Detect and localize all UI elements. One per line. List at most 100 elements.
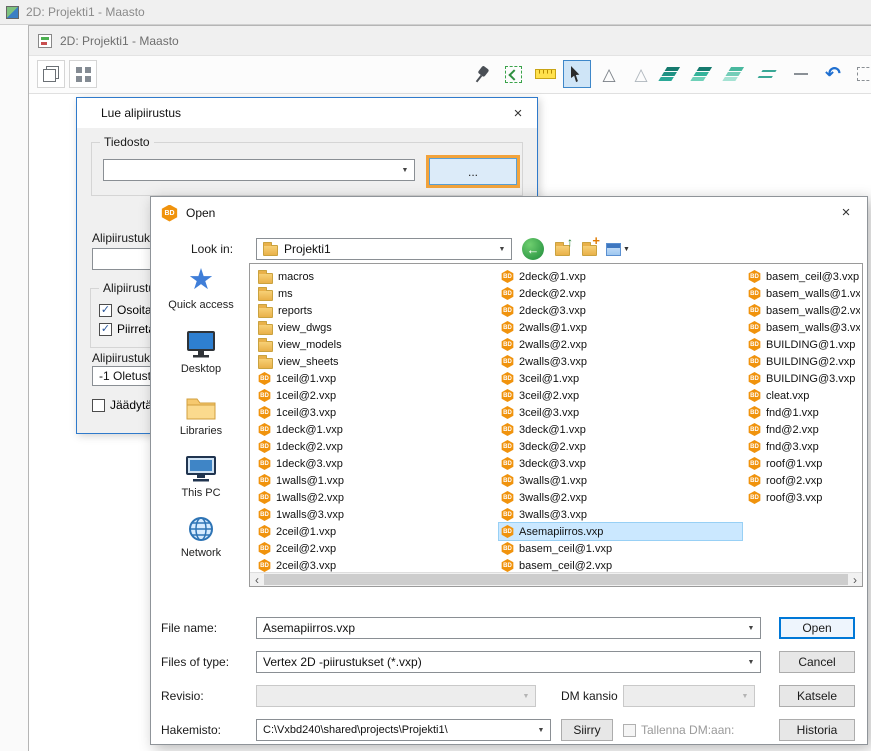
file-item[interactable]: BD3deck@1.vxp: [499, 421, 742, 438]
file-item[interactable]: BDbasem_walls@3.vxp: [746, 319, 860, 336]
file-name-combobox[interactable]: Asemapiirros.vxp ▼: [256, 617, 761, 639]
file-item[interactable]: BD1walls@1.vxp: [256, 472, 496, 489]
file-item[interactable]: BD2deck@3.vxp: [499, 302, 742, 319]
file-item[interactable]: BDbasem_walls@1.vxp: [746, 285, 860, 302]
chevron-down-icon[interactable]: ▼: [397, 161, 413, 179]
hakemisto-combobox[interactable]: C:\Vxbd240\shared\projects\Projekti1\ ▼: [256, 719, 551, 741]
look-in-combobox[interactable]: Projekti1 ▼: [256, 238, 512, 260]
tiedosto-combobox[interactable]: ▼: [103, 159, 415, 181]
file-item[interactable]: BD3ceil@3.vxp: [499, 404, 742, 421]
file-item[interactable]: BDroof@1.vxp: [746, 455, 860, 472]
file-item[interactable]: BDbasem_ceil@1.vxp: [499, 540, 742, 557]
file-item[interactable]: BDroof@3.vxp: [746, 489, 860, 506]
file-item[interactable]: BD1deck@3.vxp: [256, 455, 496, 472]
folder-item[interactable]: view_sheets: [256, 353, 496, 370]
file-item[interactable]: BD3walls@2.vxp: [499, 489, 742, 506]
sidebar-item-network[interactable]: Network: [159, 513, 243, 559]
osoita-checkbox[interactable]: ✓: [99, 304, 112, 317]
file-item[interactable]: BD2walls@2.vxp: [499, 336, 742, 353]
file-item[interactable]: BDroof@2.vxp: [746, 472, 860, 489]
file-item[interactable]: BDcleat.vxp: [746, 387, 860, 404]
close-icon[interactable]: ×: [509, 105, 527, 122]
file-item[interactable]: BDAsemapiirros.vxp: [499, 523, 742, 540]
file-item[interactable]: BD3ceil@1.vxp: [499, 370, 742, 387]
file-item[interactable]: BDBUILDING@1.vxp: [746, 336, 860, 353]
jaadyta-checkbox[interactable]: [92, 399, 105, 412]
close-icon[interactable]: ×: [837, 204, 855, 221]
file-item[interactable]: BD2ceil@2.vxp: [256, 540, 496, 557]
file-item[interactable]: BD1ceil@1.vxp: [256, 370, 496, 387]
polygon-hatch-button[interactable]: △: [627, 60, 655, 88]
file-list-column: BD2deck@1.vxpBD2deck@2.vxpBD2deck@3.vxpB…: [499, 268, 742, 574]
file-item[interactable]: BD1walls@2.vxp: [256, 489, 496, 506]
scroll-left-icon[interactable]: ‹: [250, 573, 264, 586]
file-item[interactable]: BD1deck@2.vxp: [256, 438, 496, 455]
layers-b-button[interactable]: [691, 60, 719, 88]
window-grid-button[interactable]: [69, 60, 97, 88]
horizontal-scrollbar[interactable]: ‹ ›: [250, 572, 862, 586]
cancel-button[interactable]: Cancel: [779, 651, 855, 673]
file-item[interactable]: BD2ceil@1.vxp: [256, 523, 496, 540]
file-item[interactable]: BD2deck@1.vxp: [499, 268, 742, 285]
file-item[interactable]: BD2deck@2.vxp: [499, 285, 742, 302]
file-item[interactable]: BD3deck@3.vxp: [499, 455, 742, 472]
file-item[interactable]: BD1ceil@3.vxp: [256, 404, 496, 421]
view-menu-button[interactable]: ▼: [603, 238, 633, 260]
browse-button[interactable]: ...: [429, 158, 517, 185]
layers-c-button[interactable]: [723, 60, 751, 88]
file-item[interactable]: BD3walls@1.vxp: [499, 472, 742, 489]
cascade-windows-button[interactable]: [37, 60, 65, 88]
file-item[interactable]: BDfnd@3.vxp: [746, 438, 860, 455]
scrollbar-thumb[interactable]: [264, 574, 848, 585]
folder-item[interactable]: ms: [256, 285, 496, 302]
up-one-level-button[interactable]: ↑: [551, 238, 573, 260]
file-item[interactable]: BD1ceil@2.vxp: [256, 387, 496, 404]
historia-button[interactable]: Historia: [779, 719, 855, 741]
select-cursor-button[interactable]: [563, 60, 591, 88]
file-item[interactable]: BDbasem_ceil@3.vxp: [746, 268, 860, 285]
folder-item[interactable]: view_models: [256, 336, 496, 353]
files-of-type-combobox[interactable]: Vertex 2D -piirustukset (*.vxp) ▼: [256, 651, 761, 673]
new-folder-button[interactable]: +: [578, 238, 600, 260]
file-item[interactable]: BD3walls@3.vxp: [499, 506, 742, 523]
file-item[interactable]: BDBUILDING@2.vxp: [746, 353, 860, 370]
zoom-extents-icon: [505, 66, 522, 83]
file-item[interactable]: BD2walls@1.vxp: [499, 319, 742, 336]
sidebar-item-libraries[interactable]: Libraries: [159, 391, 243, 437]
file-item[interactable]: BDbasem_walls@2.vxp: [746, 302, 860, 319]
chevron-down-icon[interactable]: ▼: [743, 619, 759, 637]
zoom-extents-button[interactable]: [499, 60, 527, 88]
folder-item[interactable]: view_dwgs: [256, 319, 496, 336]
sidebar-item-desktop[interactable]: Desktop: [159, 329, 243, 375]
file-item[interactable]: BDfnd@1.vxp: [746, 404, 860, 421]
file-item[interactable]: BD3deck@2.vxp: [499, 438, 742, 455]
siirry-button[interactable]: Siirry: [561, 719, 613, 741]
chevron-down-icon[interactable]: ▼: [494, 240, 510, 258]
sidebar-item-this-pc[interactable]: This PC: [159, 453, 243, 499]
open-button[interactable]: Open: [779, 617, 855, 639]
sidebar-item-quick-access[interactable]: ★ Quick access: [159, 265, 243, 311]
chevron-down-icon[interactable]: ▼: [743, 653, 759, 671]
layers-thin-button[interactable]: [755, 60, 783, 88]
ruler-button[interactable]: [531, 60, 559, 88]
polygon-button[interactable]: △: [595, 60, 623, 88]
piirreta-checkbox[interactable]: ✓: [99, 323, 112, 336]
pin-button[interactable]: [467, 60, 495, 88]
layers-a-button[interactable]: [659, 60, 687, 88]
katsele-button[interactable]: Katsele: [779, 685, 855, 707]
tallenna-checkbox[interactable]: [623, 724, 636, 737]
chevron-down-icon[interactable]: ▼: [533, 721, 549, 739]
file-item[interactable]: BD2walls@3.vxp: [499, 353, 742, 370]
dash-button[interactable]: [787, 60, 815, 88]
back-button[interactable]: ←: [522, 238, 544, 260]
folder-item[interactable]: reports: [256, 302, 496, 319]
file-item[interactable]: BD3ceil@2.vxp: [499, 387, 742, 404]
file-item[interactable]: BDBUILDING@3.vxp: [746, 370, 860, 387]
folder-item[interactable]: macros: [256, 268, 496, 285]
file-item[interactable]: BD1deck@1.vxp: [256, 421, 496, 438]
file-item[interactable]: BD1walls@3.vxp: [256, 506, 496, 523]
scroll-right-icon[interactable]: ›: [848, 573, 862, 586]
file-item[interactable]: BDfnd@2.vxp: [746, 421, 860, 438]
undo-button[interactable]: ↶: [819, 60, 847, 88]
marquee-button[interactable]: [851, 60, 871, 88]
